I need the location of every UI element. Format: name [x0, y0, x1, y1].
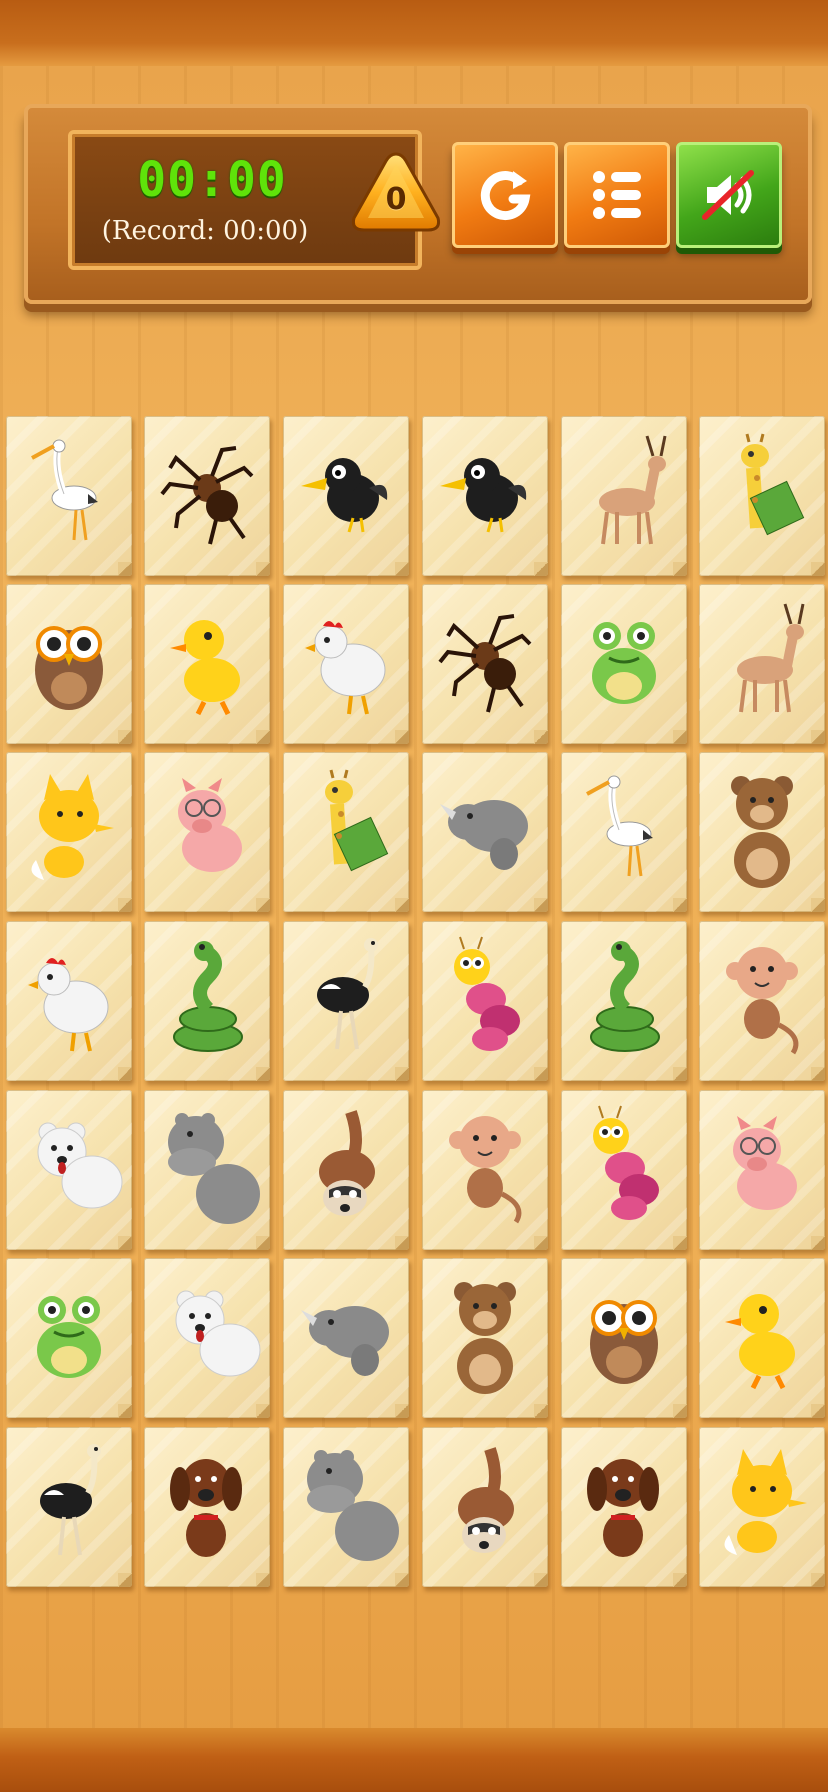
tile-chicken[interactable] [283, 584, 409, 744]
giraffe-icon [741, 433, 805, 536]
tile-frog[interactable] [6, 1258, 132, 1418]
record-time: (Record: 00:00) [101, 216, 309, 246]
hippo-icon [168, 1113, 260, 1224]
hippo-icon [307, 1450, 399, 1561]
tile-duck[interactable] [699, 1258, 825, 1418]
caterpillar-icon [593, 1105, 659, 1220]
tile-duck[interactable] [144, 584, 270, 744]
polar-bear-icon [37, 1122, 123, 1209]
tile-fox[interactable] [699, 1427, 825, 1587]
spider-icon [438, 614, 532, 713]
pig-icon [178, 778, 242, 872]
fox-icon [31, 774, 114, 880]
fox-icon [724, 1449, 807, 1555]
tile-dog[interactable] [144, 1427, 270, 1587]
duck-icon [170, 620, 240, 716]
tile-owl[interactable] [561, 1258, 687, 1418]
tile-dog[interactable] [561, 1427, 687, 1587]
frog-icon [592, 622, 656, 704]
owl-icon [35, 626, 103, 710]
tile-polar-bear[interactable] [6, 1090, 132, 1250]
tile-rhino[interactable] [283, 1258, 409, 1418]
deer-icon [737, 603, 805, 713]
tile-caterpillar[interactable] [422, 921, 548, 1081]
rhino-icon [440, 800, 528, 870]
raccoon-icon [458, 1447, 514, 1553]
tile-caterpillar[interactable] [561, 1090, 687, 1250]
gem-counter: 0 [348, 148, 444, 238]
monkey-icon [726, 947, 799, 1055]
tile-monkey[interactable] [422, 1090, 548, 1250]
tile-chicken[interactable] [6, 921, 132, 1081]
tile-pig[interactable] [699, 1090, 825, 1250]
tile-snake[interactable] [561, 921, 687, 1081]
tile-pig[interactable] [144, 752, 270, 912]
bear-icon [731, 776, 793, 888]
restart-icon [480, 171, 531, 221]
dog-icon [170, 1459, 242, 1557]
tile-bear[interactable] [422, 1258, 548, 1418]
tile-monkey[interactable] [699, 921, 825, 1081]
sound-muted-icon [702, 170, 754, 220]
tile-crane[interactable] [561, 752, 687, 912]
polar-bear-icon [175, 1290, 261, 1377]
menu-list-icon [593, 171, 641, 219]
tile-deer[interactable] [561, 416, 687, 576]
sound-toggle-button[interactable] [676, 142, 782, 248]
snake-icon [173, 941, 243, 1052]
monkey-icon [449, 1116, 522, 1224]
snake-icon [590, 941, 660, 1052]
tile-polar-bear[interactable] [144, 1258, 270, 1418]
chicken-icon [305, 621, 386, 715]
tile-ostrich[interactable] [6, 1427, 132, 1587]
tile-spider[interactable] [144, 416, 270, 576]
tile-giraffe[interactable] [699, 416, 825, 576]
tile-bear[interactable] [699, 752, 825, 912]
tile-spider[interactable] [422, 584, 548, 744]
ostrich-icon [40, 1444, 101, 1556]
raccoon-icon [319, 1110, 375, 1216]
spider-icon [160, 446, 254, 545]
restart-button[interactable] [452, 142, 558, 248]
owl-icon [590, 1300, 658, 1384]
tile-giraffe[interactable] [283, 752, 409, 912]
tile-raccoon[interactable] [283, 1090, 409, 1250]
gem-count: 0 [385, 182, 407, 217]
top-wood-strip [0, 0, 828, 66]
crow-icon [440, 458, 527, 533]
tile-ostrich[interactable] [283, 921, 409, 1081]
caterpillar-icon [454, 936, 520, 1051]
bear-icon [454, 1282, 516, 1394]
deer-icon [599, 435, 667, 545]
score-panel: 00:00 (Record: 00:00) 0 [68, 130, 440, 270]
timer-display: 00:00 [137, 152, 287, 208]
tile-deer[interactable] [699, 584, 825, 744]
tile-snake[interactable] [144, 921, 270, 1081]
tile-crow[interactable] [422, 416, 548, 576]
ostrich-icon [317, 938, 378, 1050]
chicken-icon [28, 958, 109, 1052]
bottom-wood-strip [0, 1728, 828, 1792]
rhino-icon [301, 1306, 389, 1376]
tile-fox[interactable] [6, 752, 132, 912]
dog-icon [587, 1459, 659, 1557]
duck-icon [725, 1294, 795, 1390]
tile-raccoon[interactable] [422, 1427, 548, 1587]
tile-hippo[interactable] [283, 1427, 409, 1587]
tile-owl[interactable] [6, 584, 132, 744]
crow-icon [301, 458, 388, 533]
frog-icon [37, 1296, 101, 1378]
pig-icon [733, 1116, 797, 1210]
crane-icon [31, 439, 98, 541]
tile-crane[interactable] [6, 416, 132, 576]
menu-button[interactable] [564, 142, 670, 248]
tile-hippo[interactable] [144, 1090, 270, 1250]
hud-board: 00:00 (Record: 00:00) 0 [24, 104, 812, 304]
tile-rhino[interactable] [422, 752, 548, 912]
crane-icon [586, 775, 653, 877]
tile-frog[interactable] [561, 584, 687, 744]
giraffe-icon [325, 769, 389, 872]
tile-crow[interactable] [283, 416, 409, 576]
